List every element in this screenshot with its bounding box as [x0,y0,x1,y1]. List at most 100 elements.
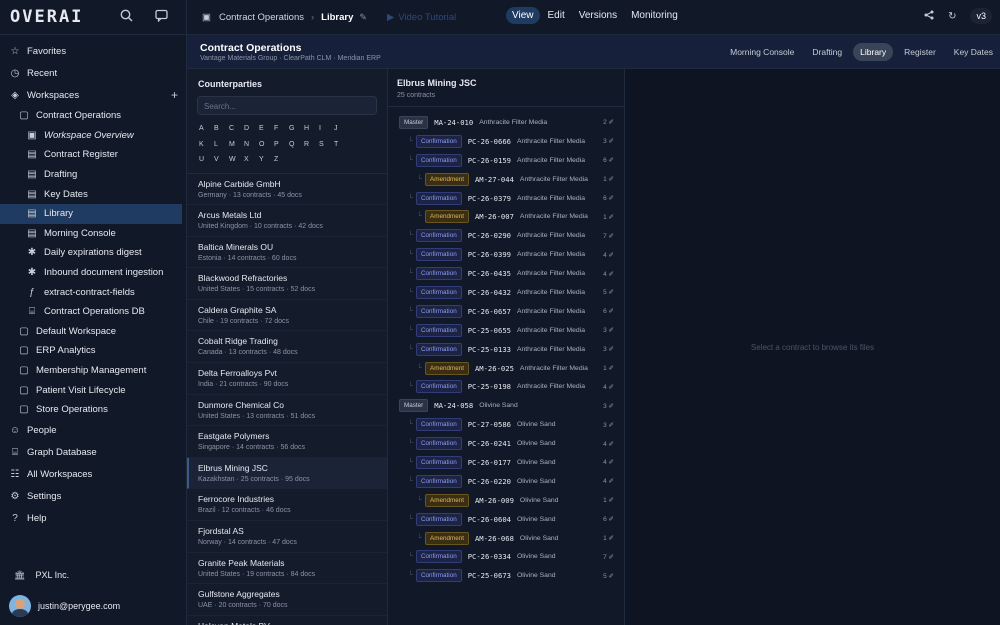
sidebar-item-key-dates[interactable]: ▤ Key Dates [0,184,186,204]
letter-filter-w[interactable]: W [229,152,244,168]
counterparty-item[interactable]: Arcus Metals Ltd United Kingdom · 10 cont… [187,205,387,237]
letter-filter-z[interactable]: Z [274,152,289,168]
contract-row[interactable]: └ Confirmation PC-26-0241 Olivine Sand 4 ✐ [388,434,624,453]
sidebar-item-default-workspace[interactable]: ▢ Default Workspace [0,322,186,342]
contract-row[interactable]: └ Confirmation PC-26-0379 Anthracite Filter… [388,189,624,208]
contract-row[interactable]: └ Confirmation PC-25-0655 Anthracite Filter… [388,321,624,340]
letter-filter-l[interactable]: L [214,137,229,153]
contract-row[interactable]: └ Confirmation PC-26-0604 Olivine Sand 6 ✐ [388,510,624,529]
contract-row[interactable]: └ Confirmation PC-26-0159 Anthracite Filter… [388,151,624,170]
counterparty-item[interactable]: Elbrus Mining JSC Kazakhstan · 25 contrac… [187,457,387,490]
tab-library[interactable]: Library [853,43,894,61]
contract-row[interactable]: └ Confirmation PC-26-0432 Anthracite Filter… [388,283,624,302]
counterparty-item[interactable]: Delta Ferroalloys Pvt India · 21 contract… [187,363,387,395]
contract-row[interactable]: └ Confirmation PC-26-0666 Anthracite Filter… [388,132,624,151]
counterparty-item[interactable]: Halcyon Metals BV [187,616,387,625]
contract-row[interactable]: └ Amendment AM-26-025 Anthracite Filter Med… [388,359,624,378]
video-tutorial-link[interactable]: ▶ Video Tutorial [387,12,456,23]
letter-filter-p[interactable]: P [274,137,289,153]
contract-row[interactable]: └ Confirmation PC-26-0657 Anthracite Filter… [388,302,624,321]
counterparty-item[interactable]: Eastgate Polymers Singapore · 14 contract… [187,426,387,458]
mode-monitoring[interactable]: Monitoring [625,7,684,24]
letter-filter-g[interactable]: G [289,121,304,137]
tab-key-dates[interactable]: Key Dates [947,43,1000,61]
contract-row[interactable]: └ Confirmation PC-27-0586 Olivine Sand 3 ✐ [388,415,624,434]
counterparty-item[interactable]: Cobalt Ridge Trading Canada · 13 contract… [187,331,387,364]
contract-row[interactable]: └ Confirmation PC-25-0673 Olivine Sand 5 ✐ [388,566,624,585]
contract-row[interactable]: └ Confirmation PC-26-0220 Olivine Sand 4 ✐ [388,472,624,491]
letter-filter-o[interactable]: O [259,137,274,153]
pencil-icon[interactable]: ✎ [359,12,367,23]
tab-register[interactable]: Register [897,43,943,61]
letter-filter-v[interactable]: V [214,152,229,168]
sidebar-item-membership-management[interactable]: ▢ Membership Management [0,361,186,381]
sidebar-item-graph-database[interactable]: ⌸ Graph Database [0,442,186,464]
counterparty-item[interactable]: Caldera Graphite SA Chile · 19 contracts … [187,300,387,332]
sidebar-item-contract-register[interactable]: ▤ Contract Register [0,145,186,165]
breadcrumb-parent[interactable]: Contract Operations [219,12,304,23]
counterparty-item[interactable]: Dunmore Chemical Co United States · 13 co… [187,395,387,427]
letter-filter-x[interactable]: X [244,152,259,168]
mode-versions[interactable]: Versions [573,7,623,24]
letter-filter-q[interactable]: Q [289,137,304,153]
tab-morning-console[interactable]: Morning Console [723,43,801,61]
mode-view[interactable]: View [506,7,540,24]
sidebar-item-erp-analytics[interactable]: ▢ ERP Analytics [0,341,186,361]
sidebar-item-morning-console[interactable]: ▤ Morning Console [0,224,186,244]
user-menu[interactable]: justin@perygee.com [0,591,186,621]
sidebar-item-workspace-overview[interactable]: ▣ Workspace Overview [0,126,186,146]
letter-filter-r[interactable]: R [304,137,319,153]
sidebar-item-library[interactable]: ▤ Library [0,203,182,224]
counterparty-item[interactable]: Ferrocore Industries Brazil · 12 contract… [187,489,387,522]
sidebar-item-daily-expirations-digest[interactable]: ✱ Daily expirations digest [0,243,186,263]
letter-filter-h[interactable]: H [304,121,319,137]
contract-row[interactable]: └ Confirmation PC-26-0334 Olivine Sand 7 ✐ [388,547,624,566]
letter-filter-a[interactable]: A [199,121,214,137]
org-switcher[interactable]: 🏛︎ PXL Inc. [0,563,186,587]
chat-icon[interactable] [155,9,168,25]
letter-filter-e[interactable]: E [259,121,274,137]
letter-filter-b[interactable]: B [214,121,229,137]
contract-row[interactable]: └ Amendment AM-26-009 Olivine Sand 1 ✐ [388,491,624,510]
sidebar-item-store-operations[interactable]: ▢ Store Operations [0,400,186,420]
sidebar-item-recent[interactable]: ◷ Recent [0,62,186,84]
counterparty-item[interactable]: Granite Peak Materials United States · 19… [187,553,387,585]
sidebar-item-drafting[interactable]: ▤ Drafting [0,165,186,185]
counterparty-item[interactable]: Gulfstone Aggregates UAE · 20 contracts ·… [187,584,387,616]
version-badge[interactable]: v3 [970,8,992,24]
plus-icon[interactable]: + [171,88,178,102]
sidebar-item-workspaces[interactable]: ◈ Workspaces + [0,84,186,106]
sidebar-item-extract-contract-fields[interactable]: ƒ extract-contract-fields [0,282,186,302]
sidebar-item-favorites[interactable]: ☆ Favorites [0,40,186,62]
contract-row[interactable]: Master MA-24-058 Olivine Sand 3 ✐ [388,396,624,415]
contract-row[interactable]: └ Confirmation PC-26-0399 Anthracite Filter… [388,245,624,264]
letter-filter-n[interactable]: N [244,137,259,153]
sidebar-item-all-workspaces[interactable]: ☷ All Workspaces [0,464,186,486]
letter-filter-f[interactable]: F [274,121,289,137]
sidebar-item-help[interactable]: ? Help [0,508,186,530]
letter-filter-d[interactable]: D [244,121,259,137]
contract-row[interactable]: └ Confirmation PC-26-0435 Anthracite Filter… [388,264,624,283]
sidebar-item-settings[interactable]: ⚙ Settings [0,486,186,508]
counterparty-item[interactable]: Alpine Carbide GmbH Germany · 13 contract… [187,174,387,206]
letter-filter-s[interactable]: S [319,137,334,153]
letter-filter-j[interactable]: J [334,121,349,137]
sidebar-item-inbound-document-ingestion[interactable]: ✱ Inbound document ingestion [0,263,186,283]
letter-filter-k[interactable]: K [199,137,214,153]
counterparty-item[interactable]: Baltica Minerals OU Estonia · 14 contract… [187,237,387,269]
sidebar-item-people[interactable]: ☺ People [0,420,186,442]
contract-row[interactable]: Master MA-24-010 Anthracite Filter Media 2 … [388,113,624,132]
share-icon[interactable] [924,10,934,23]
letter-filter-c[interactable]: C [229,121,244,137]
contract-row[interactable]: └ Confirmation PC-25-0133 Anthracite Filter… [388,340,624,359]
letter-filter-i[interactable]: I [319,121,334,137]
sidebar-item-patient-visit-lifecycle[interactable]: ▢ Patient Visit Lifecycle [0,380,186,400]
tab-drafting[interactable]: Drafting [805,43,849,61]
contract-row[interactable]: └ Amendment AM-26-007 Anthracite Filter Med… [388,207,624,226]
search-input[interactable]: Search... [197,96,377,115]
counterparty-item[interactable]: Blackwood Refractories United States · 15… [187,268,387,300]
mode-edit[interactable]: Edit [542,7,571,24]
sidebar-item-contract-operations[interactable]: ▢ Contract Operations [0,106,186,126]
sidebar-item-contract-operations-db[interactable]: ⌸ Contract Operations DB [0,302,186,322]
letter-filter-t[interactable]: T [334,137,349,153]
